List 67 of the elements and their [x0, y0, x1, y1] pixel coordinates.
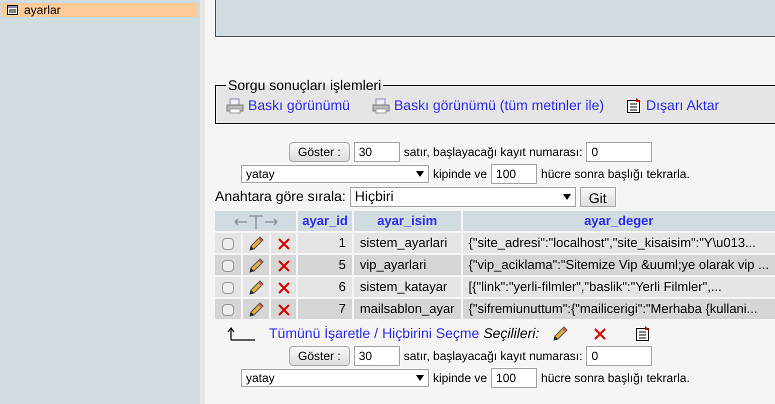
pencil-icon[interactable]	[247, 234, 266, 253]
operation-link[interactable]: Baskı görünümü (tüm metinler ile)	[372, 95, 604, 116]
operation-link[interactable]: Dışarı Aktar	[626, 95, 720, 116]
table-icon	[7, 5, 18, 15]
with-selected-label: Seçilileri:	[483, 324, 540, 343]
pencil-icon[interactable]	[247, 278, 266, 297]
caret-icon	[562, 194, 571, 200]
row-checkbox[interactable]	[222, 238, 234, 250]
caret-icon	[416, 375, 424, 381]
table-cell: {"sifremiunuttum":{"mailicerigi":"Merhaba {kullani...	[462, 299, 775, 319]
start-field[interactable]: 0	[586, 142, 652, 162]
table-cell: sistem_katayar	[354, 277, 461, 297]
repeat-label: hücre sonra başlığı tekrarla.	[541, 166, 690, 183]
pencil-icon[interactable]	[247, 256, 266, 275]
start-field[interactable]: 0	[586, 346, 652, 366]
table-cell: vip_ayarlari	[354, 255, 461, 275]
table-cell: 5	[298, 255, 352, 275]
table-cell: {"vip_aciklama":"Sitemize Vip &uuml;ye olarak vip ...	[462, 255, 775, 275]
rows-label: satır, başlayacağı kayıt numarası:	[404, 144, 582, 161]
row-checkbox[interactable]	[222, 260, 234, 272]
delete-icon[interactable]	[276, 280, 291, 295]
row-checkbox[interactable]	[222, 304, 234, 316]
sort-select[interactable]: Hiçbiri	[350, 186, 576, 206]
separator-text: /	[374, 324, 378, 343]
row-checkbox[interactable]	[222, 282, 234, 294]
table-cell: 1	[298, 233, 352, 253]
pencil-icon[interactable]	[551, 324, 570, 342]
printer-icon[interactable]	[226, 98, 244, 114]
delete-icon[interactable]	[593, 326, 608, 340]
mode-select[interactable]: yatay	[241, 165, 429, 183]
export-icon[interactable]	[635, 326, 652, 342]
mode-label: kipinde ve	[433, 166, 488, 183]
pencil-icon[interactable]	[247, 300, 266, 319]
show-button[interactable]: Göster :	[289, 142, 350, 162]
repeat-field[interactable]: 100	[491, 368, 538, 388]
arrow-up-icon	[227, 326, 255, 340]
column-header[interactable]: ayar_id	[298, 211, 352, 231]
export-icon[interactable]	[626, 98, 642, 114]
rows-field[interactable]: 30	[354, 346, 400, 366]
mode-select[interactable]: yatay	[241, 369, 429, 387]
sidebar-item[interactable]: ayarlar	[2, 3, 198, 17]
go-button[interactable]: Git	[580, 186, 616, 206]
operation-link[interactable]: Baskı görünümü	[226, 95, 350, 116]
repeat-field[interactable]: 100	[491, 164, 538, 184]
mode-label: kipinde ve	[433, 370, 488, 387]
caret-icon	[416, 171, 424, 177]
delete-icon[interactable]	[276, 258, 291, 273]
table-cell: sistem_ayarlari	[354, 233, 461, 253]
show-button[interactable]: Göster :	[289, 346, 350, 366]
table-cell: mailsablon_ayar	[354, 299, 461, 319]
check-all-link[interactable]: Tümünü İşaretle	[269, 323, 370, 344]
delete-icon[interactable]	[276, 236, 291, 251]
rows-field[interactable]: 30	[354, 142, 400, 162]
table-cell: [{"link":"yerli-filmler","baslik":"Yerli Filmler",...	[462, 277, 775, 297]
sort-label: Anahtara göre sırala:	[215, 187, 346, 206]
column-header[interactable]: ayar_isim	[354, 211, 461, 231]
table-cell: 6	[298, 277, 352, 297]
table-cell: {"site_adresi":"localhost","site_kisaisim":"Y\u013...	[462, 233, 775, 253]
repeat-label: hücre sonra başlığı tekrarla.	[541, 370, 690, 387]
printer-icon[interactable]	[372, 98, 390, 114]
uncheck-all-link[interactable]: Hiçbirini Seçme	[382, 323, 480, 344]
column-header[interactable]: ayar_deger	[462, 211, 775, 231]
panel-legend: Sorgu sonuçları işlemleri	[226, 77, 384, 93]
delete-icon[interactable]	[276, 302, 291, 317]
column-resize-icon[interactable]	[232, 214, 279, 230]
rows-label: satır, başlayacağı kayıt numarası:	[404, 348, 582, 365]
table-cell: 7	[298, 299, 352, 319]
